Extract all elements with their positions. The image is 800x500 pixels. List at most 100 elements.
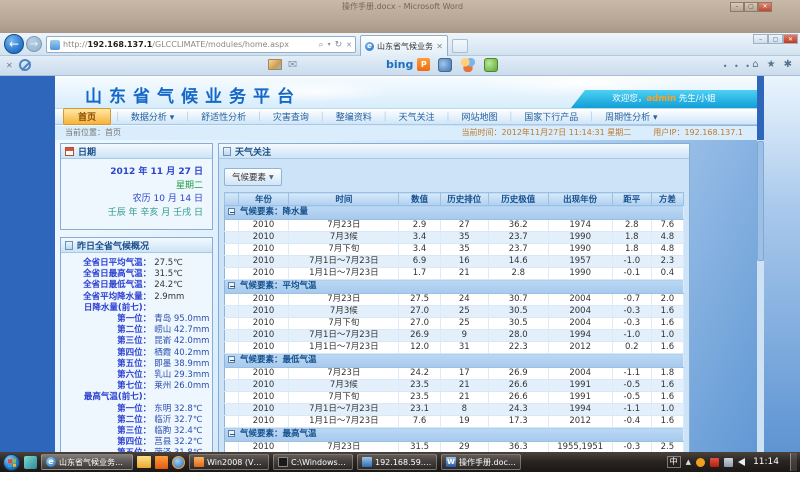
province-summary-panel: 昨日全省气候概况 全省日平均气温：27.5℃全省日最高气温：31.5℃全省日最低… — [60, 237, 213, 452]
maximize-icon[interactable]: ▢ — [744, 2, 758, 12]
more-options-icon[interactable]: • • • — [723, 62, 752, 71]
app-icon[interactable] — [155, 456, 168, 469]
scrollbar-thumb[interactable] — [757, 141, 764, 261]
table-row[interactable]: 20107月3候23.52126.61991-0.51.6 — [225, 380, 684, 392]
minimize-icon[interactable]: – — [753, 34, 768, 44]
taskbar-task-1[interactable]: C:\Windows\s... — [273, 454, 353, 470]
dropdown-icon[interactable]: ▾ — [328, 41, 331, 48]
nav-item-5[interactable]: 天气关注 — [388, 110, 446, 123]
taskbar-tasks: Win2008 (VS2...C:\Windows\s...192.168.59… — [189, 454, 521, 470]
table-row[interactable]: 20101月1日～7月23日7.61917.32012-0.41.6 — [225, 416, 684, 428]
nav-item-4[interactable]: 整编资料 — [325, 110, 383, 123]
collapse-icon[interactable] — [228, 356, 235, 363]
table-row[interactable]: 20101月1日～7月23日1.7212.81990-0.10.4 — [225, 268, 684, 280]
favorites-star-icon[interactable]: ★ — [767, 59, 776, 70]
collapse-icon[interactable] — [228, 430, 235, 437]
toolbar-close-icon[interactable]: ✕ — [6, 61, 13, 70]
table-row[interactable]: 20107月1日～7月23日26.9928.01994-1.01.0 — [225, 330, 684, 342]
date-panel-title: 日期 — [78, 145, 96, 158]
new-tab-button[interactable] — [452, 39, 468, 53]
stop-icon[interactable]: ✕ — [346, 41, 352, 49]
camera-icon[interactable] — [438, 58, 452, 72]
table-group-header[interactable]: 气候要素：最低气温 — [225, 354, 684, 368]
maximize-icon[interactable]: ▢ — [768, 34, 783, 44]
page-body: 山东省气候业务平台 欢迎您，admin 先生/小姐 首页│数据分析 ▾│舒适性分… — [55, 76, 757, 452]
table-row[interactable]: 20107月23日2.92736.219742.87.6 — [225, 220, 684, 232]
forward-button[interactable]: → — [26, 36, 42, 52]
mail-icon[interactable]: ✉ — [288, 59, 297, 70]
date-panel: 日期 2012 年 11 月 27 日 星期二 农历 10 月 14 日 壬辰 … — [60, 143, 213, 230]
table-group-header[interactable]: 气候要素：平均气温 — [225, 280, 684, 294]
table-group-header[interactable]: 气候要素：最高气温 — [225, 428, 684, 442]
taskbar-task-ie[interactable]: e 山东省气候业务平台 — [41, 454, 133, 470]
collapse-icon[interactable] — [228, 282, 235, 289]
close-icon[interactable]: ✕ — [758, 2, 772, 12]
media-player-icon[interactable] — [172, 456, 185, 469]
volume-icon[interactable] — [738, 458, 745, 466]
search-provider-icon[interactable]: P — [417, 58, 430, 71]
table-row[interactable]: 20107月1日～7月23日23.1824.31994-1.11.0 — [225, 404, 684, 416]
table-header-cell: 方差 — [651, 193, 683, 206]
address-bar[interactable]: http://192.168.137.1/GLCCLIMATE/modules/… — [46, 36, 356, 53]
taskbar-task-0[interactable]: Win2008 (VS2... — [189, 454, 269, 470]
action-center-flag-icon[interactable] — [710, 458, 719, 467]
browser-tab[interactable]: e 山东省气候业务平... ✕ — [360, 35, 448, 56]
url-text[interactable]: http://192.168.137.1/GLCCLIMATE/modules/… — [63, 40, 319, 49]
nav-item-7[interactable]: 国家下行产品 — [513, 110, 589, 123]
nav-item-0[interactable]: 首页 — [63, 108, 111, 125]
current-time: 当前时间：2012年11月27日 11:14:31 星期二 — [462, 126, 632, 140]
table-row[interactable]: 20107月3候27.02530.52004-0.31.6 — [225, 306, 684, 318]
blocker-icon[interactable] — [19, 59, 31, 71]
status-row: 当前位置：首页 当前时间：2012年11月27日 11:14:31 星期二 用户… — [55, 126, 757, 140]
explorer-icon[interactable] — [137, 456, 151, 468]
nav-item-2[interactable]: 舒适性分析 — [190, 110, 257, 123]
nav-item-3[interactable]: 灾害查询 — [262, 110, 320, 123]
paw-icon[interactable] — [461, 58, 475, 72]
search-icon[interactable]: ⌕ — [319, 40, 324, 50]
table-row[interactable]: 20107月23日31.52936.31955,1951-0.32.5 — [225, 442, 684, 453]
table-row[interactable]: 20107月1日～7月23日6.91614.61957-1.02.3 — [225, 256, 684, 268]
table-row[interactable]: 20107月3候3.43523.719901.84.8 — [225, 232, 684, 244]
bing-logo[interactable]: bing — [386, 58, 413, 71]
back-button[interactable]: ← — [4, 34, 24, 54]
start-button[interactable] — [3, 454, 20, 471]
nav-item-1[interactable]: 数据分析 ▾ — [120, 110, 185, 123]
table-group-header[interactable]: 气候要素：降水量 — [225, 206, 684, 220]
input-language-indicator[interactable]: 中 — [667, 456, 681, 468]
home-icon[interactable]: ⌂ — [752, 59, 758, 70]
show-desktop-button[interactable] — [790, 453, 797, 471]
content-area: 日期 2012 年 11 月 27 日 星期二 农历 10 月 14 日 壬辰 … — [55, 140, 757, 452]
tab-close-icon[interactable]: ✕ — [436, 42, 443, 51]
vertical-scrollbar[interactable] — [757, 140, 764, 452]
table-row[interactable]: 20107月23日24.21726.92004-1.11.8 — [225, 368, 684, 380]
weekday: 星期二 — [70, 180, 203, 194]
people-icon[interactable] — [484, 58, 498, 72]
nav-bar: 首页│数据分析 ▾│舒适性分析│灾害查询│整编资料│天气关注│网站地图│国家下行… — [55, 108, 757, 125]
taskbar: e 山东省气候业务平台 Win2008 (VS2...C:\Windows\s.… — [0, 452, 800, 472]
web-page: 山东省气候业务平台 欢迎您，admin 先生/小姐 首页│数据分析 ▾│舒适性分… — [0, 76, 800, 452]
table-row[interactable]: 20107月23日27.52430.72004-0.72.0 — [225, 294, 684, 306]
snapshot-icon[interactable] — [268, 59, 282, 70]
table-row[interactable]: 20101月1日～7月23日12.03122.320120.21.6 — [225, 342, 684, 354]
collapse-icon[interactable] — [228, 208, 235, 215]
lunar-date: 农历 10 月 14 日 — [70, 193, 203, 207]
network-icon[interactable] — [724, 458, 733, 467]
taskbar-clock[interactable]: 11:14 — [750, 457, 785, 467]
nav-item-6[interactable]: 网站地图 — [450, 110, 508, 123]
stat-row: 第四位：栖霞 40.2mm — [63, 348, 210, 359]
settings-gear-icon[interactable]: ✱ — [784, 59, 792, 70]
table-row[interactable]: 20107月下旬23.52126.61991-0.51.6 — [225, 392, 684, 404]
climate-element-button[interactable]: 气候要素▼ — [224, 168, 282, 186]
close-icon[interactable]: ✕ — [783, 34, 798, 44]
tab-title[interactable]: 山东省气候业务平... — [377, 41, 433, 52]
quick-launch-icon[interactable] — [24, 456, 37, 469]
table-row[interactable]: 20107月下旬3.43523.719901.84.8 — [225, 244, 684, 256]
minimize-icon[interactable]: – — [730, 2, 744, 12]
taskbar-task-2[interactable]: 192.168.59.99... — [357, 454, 437, 470]
tray-app-icon[interactable] — [696, 458, 705, 467]
nav-item-8[interactable]: 周期性分析 ▾ — [594, 110, 668, 123]
refresh-icon[interactable]: ↻ — [335, 40, 343, 50]
taskbar-task-3[interactable]: W操作手册.docx ... — [441, 454, 521, 470]
table-row[interactable]: 20107月下旬27.02530.52004-0.31.6 — [225, 318, 684, 330]
tray-expand-icon[interactable]: ▲ — [686, 458, 691, 466]
